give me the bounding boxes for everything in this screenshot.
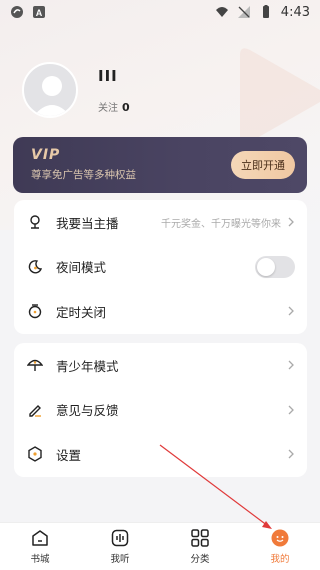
chevron-right-icon [288,405,294,415]
toggle-knob [257,257,275,276]
svg-text:A: A [36,8,43,18]
vip-banner[interactable]: VIP 尊享免广告等多种权益 立即开通 [13,137,307,193]
menu-item-label: 夜间模式 [56,260,107,276]
status-time: 4:43 [280,4,310,20]
vip-description: 尊享免广告等多种权益 [31,169,136,181]
chevron-right-icon [288,217,294,227]
timer-icon [26,302,44,320]
vip-logo: VIP [31,147,61,163]
settings-icon [26,445,44,463]
nav-label: 书城 [30,554,50,565]
anchor-hint: 千元奖金、千万曝光等你来 [161,218,281,230]
night-mode-toggle[interactable] [255,255,295,278]
nav-tab-category[interactable]: 分类 [160,523,240,570]
menu-item-teen-mode[interactable]: 青少年模式 [14,343,307,388]
category-icon [191,529,209,547]
menu-group-1: 我要当主播 千元奖金、千万曝光等你来 夜间模式 定时关闭 [14,200,307,334]
status-bar: A 4:43 [0,0,320,24]
signal-off-icon [237,6,250,18]
menu-group-2: 青少年模式 意见与反馈 设置 [14,343,307,477]
nav-tab-bookstore[interactable]: 书城 [0,523,80,570]
open-vip-button[interactable]: 立即开通 [231,151,295,179]
menu-item-settings[interactable]: 设置 [14,432,307,477]
menu-item-become-anchor[interactable]: 我要当主播 千元奖金、千万曝光等你来 [14,200,307,245]
nav-tab-profile[interactable]: 我的 [240,523,320,570]
app-notification-icon [11,6,23,18]
follow-count: 0 [122,100,130,114]
moon-icon [26,258,44,276]
play-decoration-icon [240,48,320,144]
chevron-right-icon [288,450,294,459]
bookstore-icon [32,530,48,546]
menu-item-feedback[interactable]: 意见与反馈 [14,388,307,433]
nav-label: 分类 [190,554,210,565]
follow-label: 关注 [98,102,118,114]
default-avatar-icon [33,76,71,116]
wifi-icon [215,7,228,17]
chevron-right-icon [288,360,294,370]
umbrella-icon [26,356,44,374]
chevron-right-icon [288,307,294,316]
menu-item-label: 意见与反馈 [56,403,119,419]
text-a-icon: A [33,6,45,18]
menu-item-label: 我要当主播 [56,215,119,231]
pen-icon [26,401,44,419]
nav-label: 我的 [270,554,290,565]
nav-label: 我听 [110,554,130,565]
follow-stat[interactable]: 关注 0 [98,99,130,114]
battery-icon [262,5,269,18]
avatar[interactable] [22,62,78,118]
bottom-nav: 书城 我听 分类 我的 [0,522,320,570]
menu-item-label: 定时关闭 [56,304,107,320]
menu-item-label: 设置 [56,447,82,463]
listen-icon [111,529,129,547]
profile-header[interactable]: III 关注 0 [22,62,130,118]
menu-item-night-mode[interactable]: 夜间模式 [14,245,307,290]
menu-item-sleep-timer[interactable]: 定时关闭 [14,289,307,334]
profile-icon [271,529,289,547]
anchor-icon [26,213,44,231]
menu-item-label: 青少年模式 [56,358,119,374]
username[interactable]: III [98,67,130,85]
nav-tab-listen[interactable]: 我听 [80,523,160,570]
